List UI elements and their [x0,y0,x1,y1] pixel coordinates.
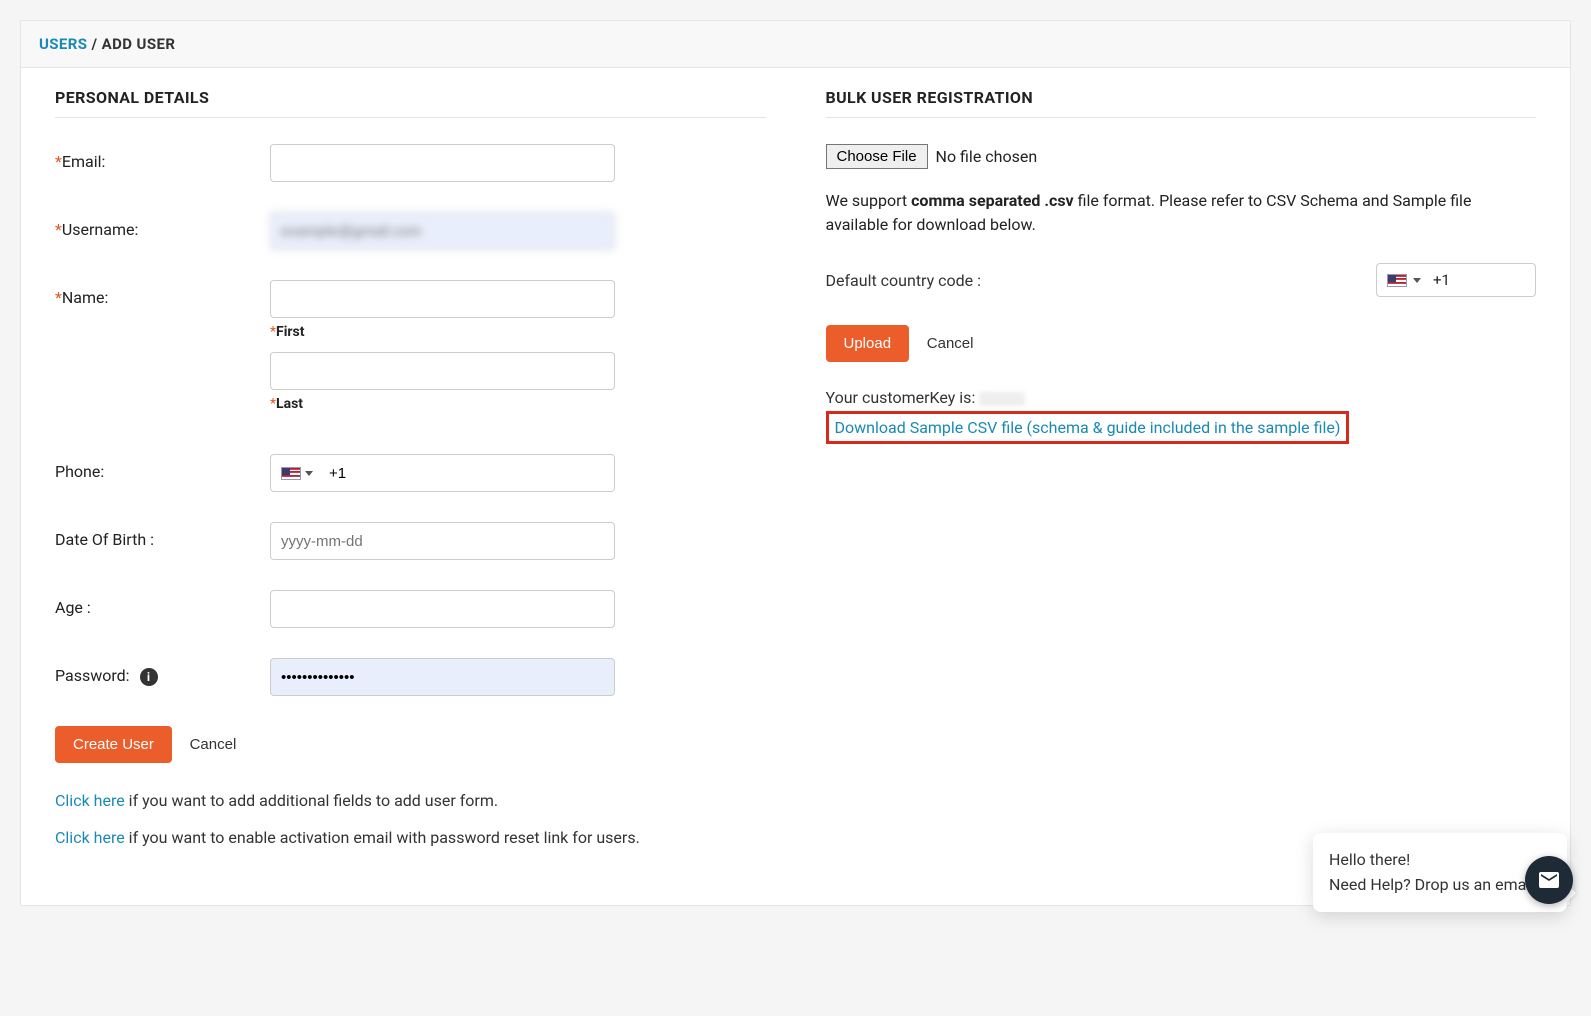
phone-input[interactable] [321,455,614,491]
default-country-code-label: Default country code : [826,271,982,290]
breadcrumb-current: ADD USER [102,35,176,53]
email-label: Email: [62,152,105,171]
age-input[interactable] [270,590,615,628]
username-label: Username: [62,220,138,239]
chevron-down-icon [1413,278,1421,283]
chevron-down-icon [305,471,313,476]
chat-button[interactable] [1525,856,1573,904]
breadcrumb: USERS / ADD USER [21,21,1570,68]
last-name-input[interactable] [270,352,615,390]
password-input[interactable] [270,658,615,696]
csv-support-text: We support comma separated .csv file for… [826,189,1537,237]
name-label: Name: [62,288,109,307]
breadcrumb-sep: / [92,35,102,53]
us-flag-icon [1387,274,1407,287]
choose-file-button[interactable]: Choose File [826,144,928,169]
last-name-sublabel: Last [276,396,303,412]
info-icon[interactable]: i [140,668,158,686]
dob-input[interactable] [270,522,615,560]
cancel-button[interactable]: Cancel [176,726,251,763]
first-name-sublabel: First [276,324,304,340]
phone-country-dropdown[interactable] [271,455,321,491]
customer-key-label: Your customerKey is: [826,388,980,407]
no-file-chosen-text: No file chosen [936,147,1038,166]
download-sample-csv-link[interactable]: Download Sample CSV file (schema & guide… [835,418,1341,437]
add-fields-link[interactable]: Click here [55,791,125,810]
email-input[interactable] [270,144,615,182]
personal-details-title: PERSONAL DETAILS [55,88,766,118]
activation-email-link[interactable]: Click here [55,828,125,847]
phone-label: Phone: [55,462,104,481]
dial-code-text: +1 [1433,271,1450,289]
upload-button[interactable]: Upload [826,325,910,362]
bulk-cancel-button[interactable]: Cancel [913,325,988,362]
chat-line1: Hello there! [1329,847,1551,873]
bulk-registration-title: BULK USER REGISTRATION [826,88,1537,118]
breadcrumb-users-link[interactable]: USERS [39,35,87,53]
add-fields-text: if you want to add additional fields to … [125,791,498,810]
password-label: Password: [55,666,130,685]
us-flag-icon [281,467,301,480]
download-sample-highlight: Download Sample CSV file (schema & guide… [826,411,1350,444]
dob-label: Date Of Birth : [55,530,154,549]
customer-key-value [979,392,1025,406]
first-name-input[interactable] [270,280,615,318]
age-label: Age : [55,598,91,617]
username-input[interactable] [270,212,615,250]
chat-line2: Need Help? Drop us an email ! [1329,872,1551,898]
default-country-code-dropdown[interactable]: +1 [1376,263,1536,297]
activation-email-text: if you want to enable activation email w… [125,828,640,847]
mail-icon [1537,868,1561,892]
create-user-button[interactable]: Create User [55,726,172,763]
